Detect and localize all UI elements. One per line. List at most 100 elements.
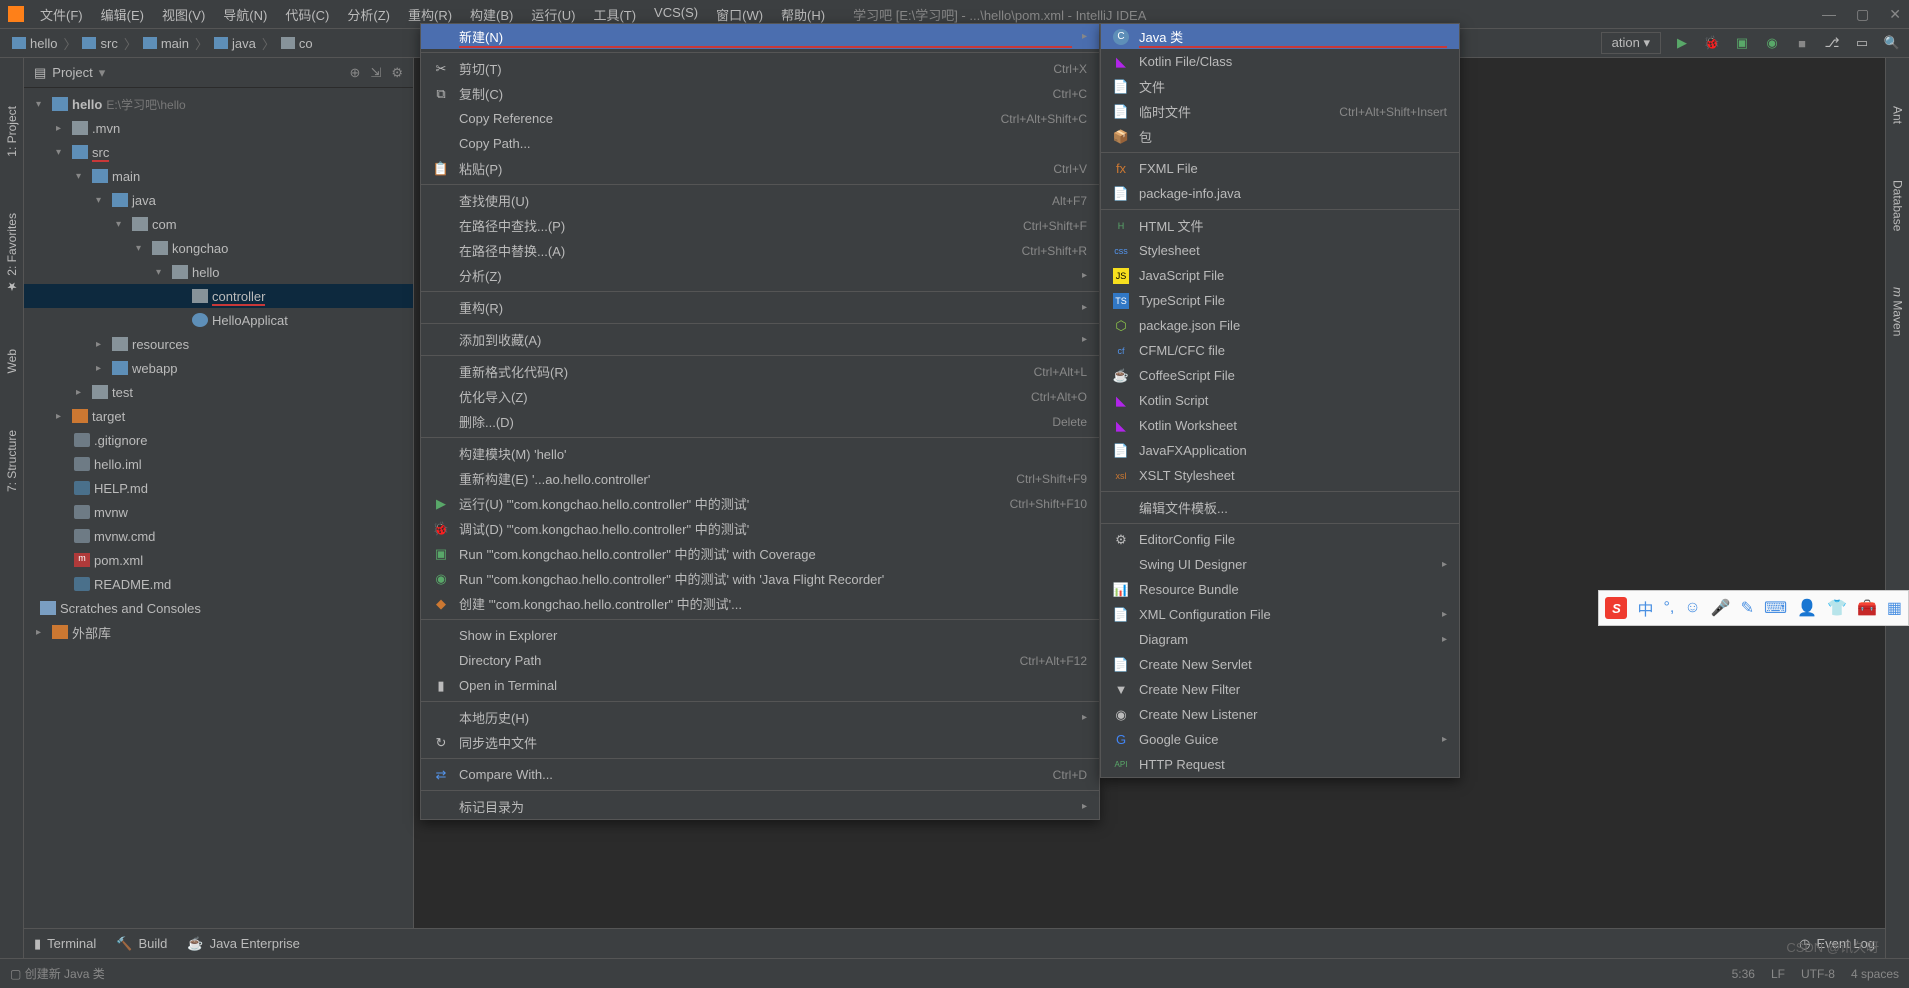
- menu-item-copy-path[interactable]: Copy Path...: [421, 131, 1099, 156]
- submenu-item-stylesheet[interactable]: cssStylesheet: [1101, 238, 1459, 263]
- submenu-item-kotlin-worksheet[interactable]: ◣Kotlin Worksheet: [1101, 413, 1459, 438]
- tool-tab-ant[interactable]: Ant: [1889, 98, 1907, 132]
- submenu-item-typescript[interactable]: TSTypeScript File: [1101, 288, 1459, 313]
- menu-item-show-explorer[interactable]: Show in Explorer: [421, 623, 1099, 648]
- ime-voice-icon[interactable]: 🎤: [1711, 598, 1731, 618]
- search-icon[interactable]: 🔍: [1883, 34, 1901, 52]
- ime-keyboard-icon[interactable]: ⌨: [1764, 598, 1787, 618]
- tree-node-mvnwcmd[interactable]: mvnw.cmd: [24, 524, 413, 548]
- submenu-item-filter[interactable]: ▼Create New Filter: [1101, 677, 1459, 702]
- submenu-item-file[interactable]: 📄文件: [1101, 74, 1459, 99]
- submenu-item-edit-templates[interactable]: 编辑文件模板...: [1101, 495, 1459, 520]
- submenu-item-javafx[interactable]: 📄JavaFXApplication: [1101, 438, 1459, 463]
- menu-item-copy[interactable]: ⧉复制(C)Ctrl+C: [421, 81, 1099, 106]
- menu-analyze[interactable]: 分析(Z): [339, 3, 398, 26]
- menu-item-reformat[interactable]: 重新格式化代码(R)Ctrl+Alt+L: [421, 359, 1099, 384]
- tree-node-resources[interactable]: ▸resources: [24, 332, 413, 356]
- submenu-item-xml-config[interactable]: 📄XML Configuration File▸: [1101, 602, 1459, 627]
- settings-icon[interactable]: ⚙: [391, 65, 403, 81]
- tree-node-hello[interactable]: ▾helloE:\学习吧\hello: [24, 92, 413, 116]
- submenu-item-guice[interactable]: GGoogle Guice▸: [1101, 727, 1459, 752]
- tool-tab-maven[interactable]: m Maven: [1889, 279, 1907, 344]
- tree-node-helloapplication[interactable]: HelloApplicat: [24, 308, 413, 332]
- run-icon[interactable]: ▶: [1673, 34, 1691, 52]
- menu-item-optimize-imports[interactable]: 优化导入(Z)Ctrl+Alt+O: [421, 384, 1099, 409]
- submenu-item-package-info[interactable]: 📄package-info.java: [1101, 181, 1459, 206]
- tree-node-com[interactable]: ▾com: [24, 212, 413, 236]
- menu-file[interactable]: 文件(F): [32, 3, 91, 26]
- tree-node-scratches[interactable]: Scratches and Consoles: [24, 596, 413, 620]
- menu-item-sync[interactable]: ↻同步选中文件: [421, 730, 1099, 755]
- menu-item-rebuild[interactable]: 重新构建(E) '...ao.hello.controller'Ctrl+Shi…: [421, 466, 1099, 491]
- menu-item-run-jfr[interactable]: ◉Run '"com.kongchao.hello.controller" 中的…: [421, 566, 1099, 591]
- menu-item-add-favorites[interactable]: 添加到收藏(A)▸: [421, 327, 1099, 352]
- menu-item-run-coverage[interactable]: ▣Run '"com.kongchao.hello.controller" 中的…: [421, 541, 1099, 566]
- ime-write-icon[interactable]: ✎: [1741, 598, 1754, 618]
- menu-item-compare[interactable]: ⇄Compare With...Ctrl+D: [421, 762, 1099, 787]
- ime-grid-icon[interactable]: ▦: [1887, 598, 1902, 618]
- bottom-tab-terminal[interactable]: ▮Terminal: [34, 936, 96, 952]
- menu-item-find-in-path[interactable]: 在路径中查找...(P)Ctrl+Shift+F: [421, 213, 1099, 238]
- submenu-item-swing[interactable]: Swing UI Designer▸: [1101, 552, 1459, 577]
- ime-user-icon[interactable]: 👤: [1797, 598, 1817, 618]
- run-configuration-selector[interactable]: ation ▾: [1601, 32, 1661, 54]
- menu-code[interactable]: 代码(C): [277, 3, 337, 26]
- submenu-item-kotlin-script[interactable]: ◣Kotlin Script: [1101, 388, 1459, 413]
- status-line-separator[interactable]: LF: [1771, 967, 1785, 981]
- submenu-item-coffeescript[interactable]: ☕CoffeeScript File: [1101, 363, 1459, 388]
- submenu-item-package-json[interactable]: ⬡package.json File: [1101, 313, 1459, 338]
- submenu-item-xslt[interactable]: xslXSLT Stylesheet: [1101, 463, 1459, 488]
- tool-tab-project[interactable]: 1: Project: [3, 98, 21, 165]
- menu-item-find-usages[interactable]: 查找使用(U)Alt+F7: [421, 188, 1099, 213]
- tree-node-helloiml[interactable]: hello.iml: [24, 452, 413, 476]
- menu-item-create-run-config[interactable]: ◆创建 '"com.kongchao.hello.controller" 中的测…: [421, 591, 1099, 616]
- tree-node-readme[interactable]: README.md: [24, 572, 413, 596]
- menu-item-cut[interactable]: ✂剪切(T)Ctrl+X: [421, 56, 1099, 81]
- ime-tool-icon[interactable]: 🧰: [1857, 598, 1877, 618]
- ime-toolbar[interactable]: S 中 °, ☺ 🎤 ✎ ⌨ 👤 👕 🧰 ▦: [1598, 590, 1909, 626]
- project-view-title[interactable]: Project: [52, 65, 92, 80]
- submenu-item-editorconfig[interactable]: ⚙EditorConfig File: [1101, 527, 1459, 552]
- ime-punct-icon[interactable]: °,: [1664, 599, 1675, 617]
- ime-lang-indicator[interactable]: 中: [1637, 596, 1653, 620]
- menu-item-replace-in-path[interactable]: 在路径中替换...(A)Ctrl+Shift+R: [421, 238, 1099, 263]
- submenu-item-http[interactable]: APIHTTP Request: [1101, 752, 1459, 777]
- tool-tab-favorites[interactable]: ★2: Favorites: [3, 205, 21, 302]
- submenu-item-kotlin-class[interactable]: ◣Kotlin File/Class: [1101, 49, 1459, 74]
- submenu-item-cfml[interactable]: cfCFML/CFC file: [1101, 338, 1459, 363]
- coverage-icon[interactable]: ▣: [1733, 34, 1751, 52]
- submenu-item-diagram[interactable]: Diagram▸: [1101, 627, 1459, 652]
- menu-edit[interactable]: 编辑(E): [93, 3, 152, 26]
- sogou-logo-icon[interactable]: S: [1605, 597, 1627, 619]
- tree-node-pom[interactable]: mpom.xml: [24, 548, 413, 572]
- submenu-item-listener[interactable]: ◉Create New Listener: [1101, 702, 1459, 727]
- tree-node-gitignore[interactable]: .gitignore: [24, 428, 413, 452]
- menu-navigate[interactable]: 导航(N): [215, 3, 275, 26]
- status-encoding[interactable]: UTF-8: [1801, 967, 1835, 981]
- submenu-item-fxml[interactable]: fxFXML File: [1101, 156, 1459, 181]
- menu-item-build-module[interactable]: 构建模块(M) 'hello': [421, 441, 1099, 466]
- menu-item-analyze[interactable]: 分析(Z)▸: [421, 263, 1099, 288]
- locate-icon[interactable]: ⊕: [350, 65, 361, 81]
- menu-view[interactable]: 视图(V): [154, 3, 213, 26]
- tree-node-hello-pkg[interactable]: ▾hello: [24, 260, 413, 284]
- tree-node-java[interactable]: ▾java: [24, 188, 413, 212]
- menu-item-mark-directory[interactable]: 标记目录为▸: [421, 794, 1099, 819]
- tree-node-external-libs[interactable]: ▸外部库: [24, 620, 413, 644]
- project-tree[interactable]: ▾helloE:\学习吧\hello ▸.mvn ▾src ▾main ▾jav…: [24, 88, 413, 648]
- bottom-tab-build[interactable]: 🔨Build: [116, 936, 167, 952]
- maximize-icon[interactable]: ▢: [1856, 6, 1869, 23]
- submenu-item-resource-bundle[interactable]: 📊Resource Bundle: [1101, 577, 1459, 602]
- tree-node-controller[interactable]: controller: [24, 284, 413, 308]
- breadcrumb-main[interactable]: main: [139, 36, 193, 51]
- submenu-item-package[interactable]: 📦包: [1101, 124, 1459, 149]
- tree-node-src[interactable]: ▾src: [24, 140, 413, 164]
- profile-icon[interactable]: ◉: [1763, 34, 1781, 52]
- tree-node-help[interactable]: HELP.md: [24, 476, 413, 500]
- menu-item-local-history[interactable]: 本地历史(H)▸: [421, 705, 1099, 730]
- tool-tab-structure[interactable]: 7: Structure: [3, 422, 21, 500]
- submenu-item-javascript[interactable]: JSJavaScript File: [1101, 263, 1459, 288]
- breadcrumb-src[interactable]: src: [78, 36, 121, 51]
- tree-node-test[interactable]: ▸test: [24, 380, 413, 404]
- debug-icon[interactable]: 🐞: [1703, 34, 1721, 52]
